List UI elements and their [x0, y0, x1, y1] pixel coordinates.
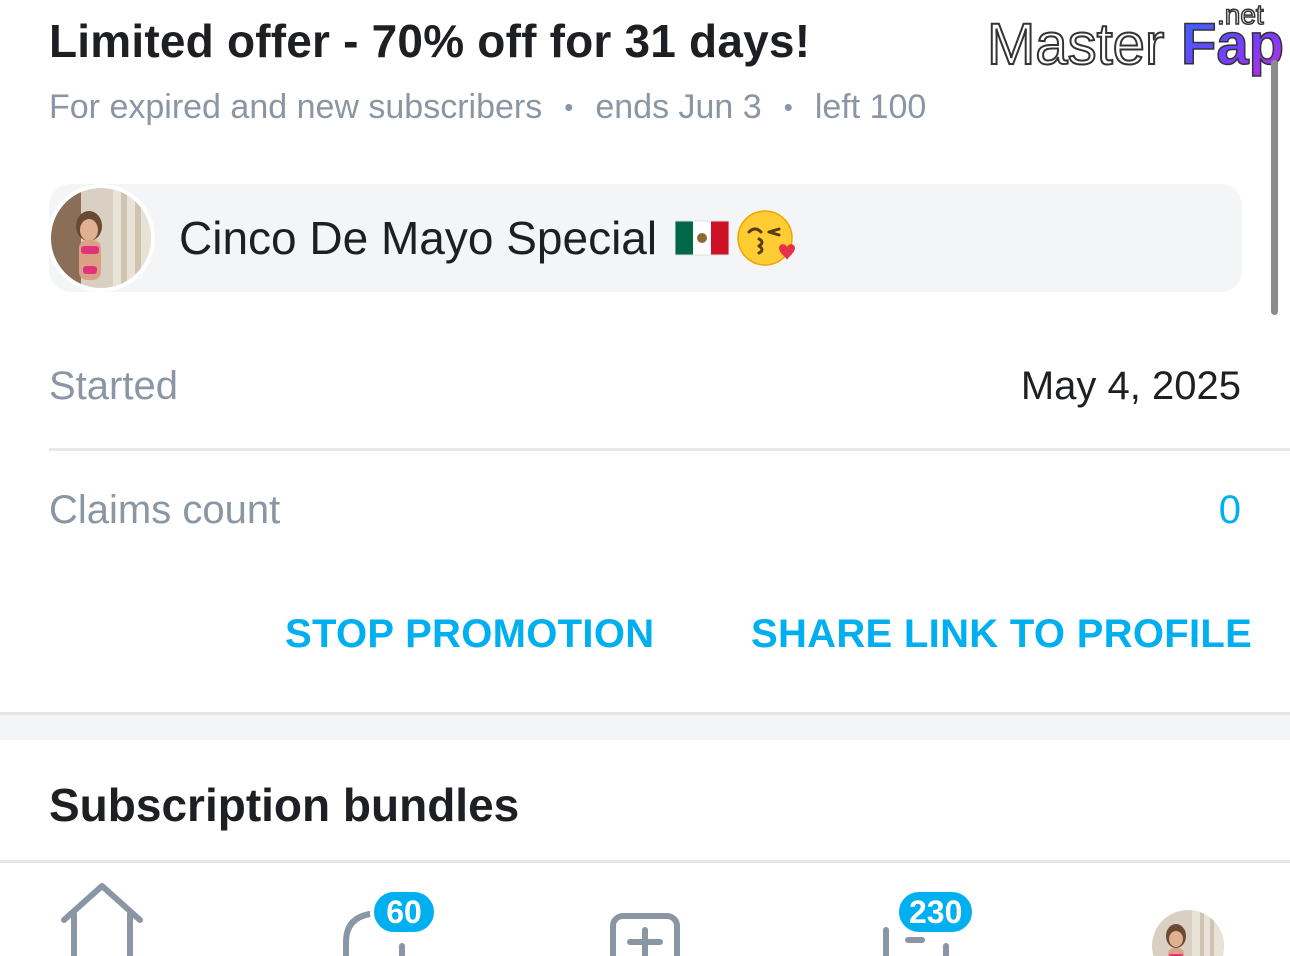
claims-label: Claims count: [49, 487, 281, 532]
started-value: May 4, 2025: [1020, 363, 1241, 408]
kissing-face-icon: [737, 210, 796, 266]
divider: [49, 448, 1290, 451]
promotion-screen: Limited offer - 70% off for 31 days! For…: [0, 0, 1290, 956]
claims-count-link[interactable]: 0: [1219, 488, 1290, 533]
section-separator: [0, 712, 1290, 740]
promo-message: Cinco De Mayo Special: [179, 212, 658, 264]
add-post-icon[interactable]: [608, 880, 682, 956]
scrollbar[interactable]: [1271, 60, 1278, 315]
creator-avatar[interactable]: [47, 184, 155, 292]
messages-badge: 60: [370, 888, 438, 936]
promo-title: Limited offer - 70% off for 31 days!: [49, 15, 811, 67]
svg-text:Master: Master: [987, 12, 1164, 77]
promo-meta: For expired and new subscribers • ends J…: [49, 88, 926, 127]
claims-row: Claims count 0: [49, 480, 1290, 540]
promo-message-card: Cinco De Mayo Special: [47, 184, 1242, 292]
share-link-button[interactable]: SHARE LINK TO PROFILE: [751, 612, 1252, 657]
meta-separator: •: [783, 92, 793, 122]
meta-separator: •: [564, 92, 574, 122]
started-row: Started May 4, 2025: [49, 356, 1290, 416]
notifications-badge: 230: [895, 888, 977, 936]
promo-end-date: ends Jun 3: [595, 88, 762, 126]
promo-remaining: left 100: [814, 88, 927, 126]
promo-audience: For expired and new subscribers: [49, 88, 543, 126]
stop-promotion-button[interactable]: STOP PROMOTION: [285, 612, 654, 657]
home-icon[interactable]: [60, 880, 144, 956]
divider: [0, 860, 1290, 863]
profile-avatar[interactable]: [1152, 910, 1224, 956]
mexico-flag-icon: [675, 220, 730, 256]
avatar-photo: [51, 188, 151, 288]
svg-text:Fap: Fap: [1181, 12, 1284, 77]
masterfap-watermark-logo: .net Master Fap: [986, 0, 1285, 78]
started-label: Started: [49, 363, 178, 408]
profile-avatar-photo: [1152, 910, 1224, 956]
subscription-bundles-title: Subscription bundles: [49, 779, 520, 831]
